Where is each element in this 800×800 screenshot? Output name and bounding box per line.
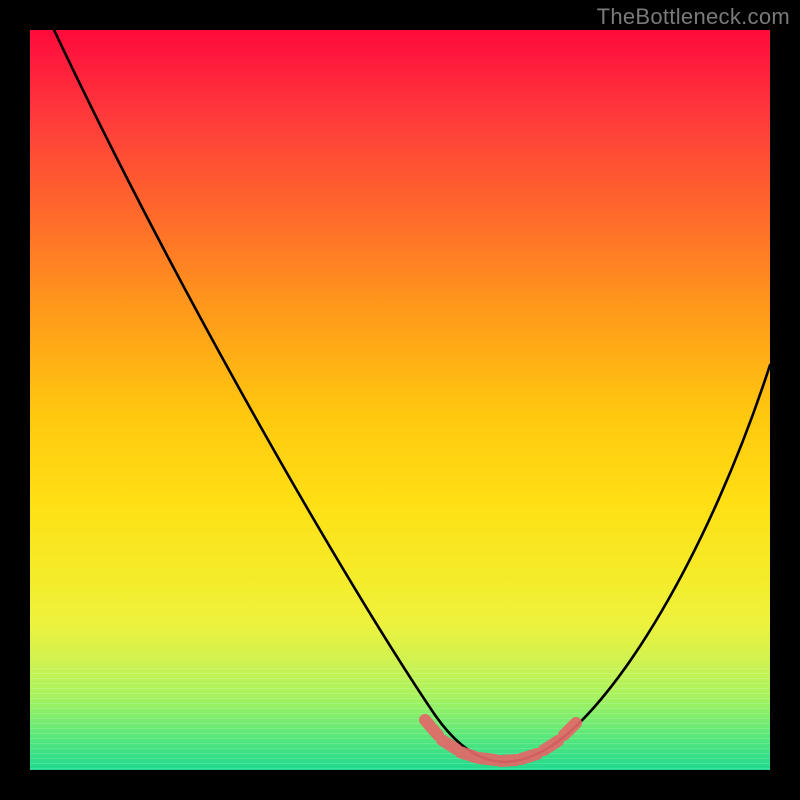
bottom-band-stripes xyxy=(30,666,770,770)
plot-area xyxy=(30,30,770,770)
curve-layer xyxy=(30,30,770,770)
bottleneck-curve xyxy=(40,30,770,762)
chart-frame: TheBottleneck.com xyxy=(0,0,800,800)
highlight-markers xyxy=(425,720,576,761)
watermark-text: TheBottleneck.com xyxy=(597,4,790,30)
